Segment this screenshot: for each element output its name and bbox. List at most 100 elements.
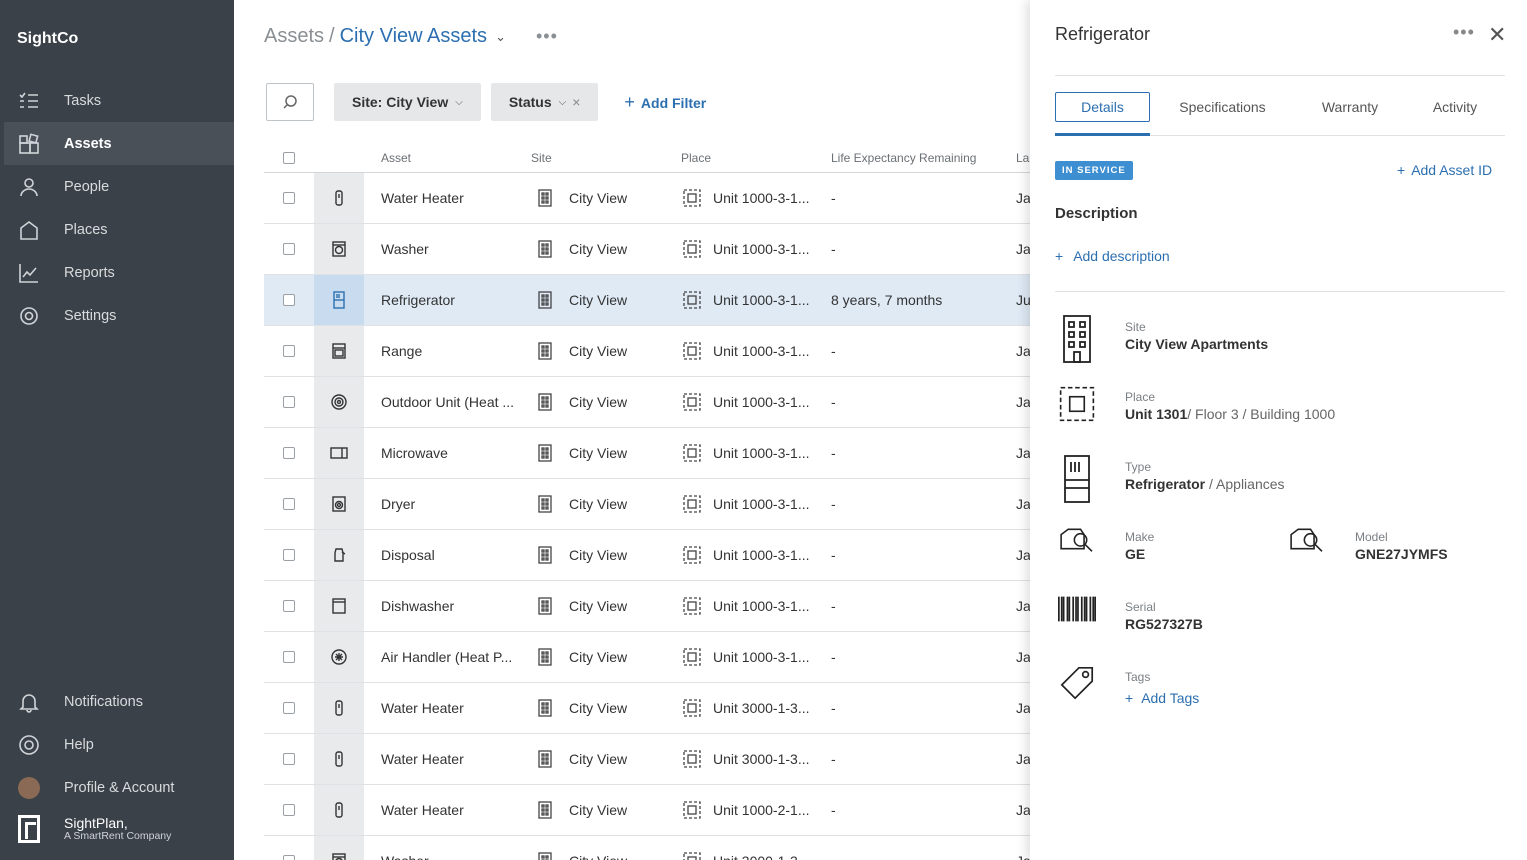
site-info: Site City View Apartments — [1055, 314, 1268, 364]
table-row[interactable]: Air Handler (Heat P... City View Unit 10… — [264, 632, 1030, 683]
site-name: City View — [569, 853, 627, 860]
brand-name[interactable]: SightCo — [17, 30, 78, 48]
header-place[interactable]: Place — [681, 151, 711, 165]
chevron-down-icon: ⌵ — [455, 96, 463, 108]
header-life-expectancy[interactable]: Life Expectancy Remaining — [831, 151, 976, 165]
row-checkbox[interactable] — [283, 804, 295, 816]
place-icon — [682, 749, 702, 769]
dryer-icon — [314, 479, 364, 529]
last-column-value: Ja — [1016, 649, 1030, 665]
asset-name[interactable]: Range — [381, 343, 523, 359]
table-row[interactable]: Dryer City View Unit 1000-3-1... - Ja — [264, 479, 1030, 530]
row-checkbox[interactable] — [283, 396, 295, 408]
site-filter-chip[interactable]: Site: City View ⌵ — [334, 83, 481, 121]
add-filter-button[interactable]: + Add Filter — [624, 92, 706, 113]
nav-item-profile[interactable]: Profile & Account — [4, 766, 234, 809]
table-row[interactable]: Water Heater City View Unit 3000-1-3... … — [264, 683, 1030, 734]
table-row[interactable]: Refrigerator City View Unit 1000-3-1... … — [264, 275, 1030, 326]
more-options-icon[interactable]: ••• — [1453, 22, 1475, 43]
place-unit[interactable]: Unit 1301 — [1125, 406, 1187, 422]
breadcrumb: Assets / City View Assets ⌄ ••• — [264, 25, 558, 48]
tab-specifications[interactable]: Specifications — [1165, 92, 1280, 122]
row-checkbox[interactable] — [283, 447, 295, 459]
asset-name[interactable]: Refrigerator — [381, 292, 523, 308]
header-site[interactable]: Site — [531, 151, 552, 165]
asset-name[interactable]: Microwave — [381, 445, 523, 461]
nav-item-people[interactable]: People — [4, 165, 234, 208]
select-all-checkbox[interactable] — [283, 152, 295, 164]
table-row[interactable]: Microwave City View Unit 1000-3-1... - J… — [264, 428, 1030, 479]
add-asset-id-button[interactable]: + Add Asset ID — [1397, 162, 1492, 178]
remove-filter-icon[interactable]: × — [572, 94, 580, 110]
row-checkbox[interactable] — [283, 345, 295, 357]
chevron-down-icon[interactable]: ⌄ — [495, 29, 506, 45]
barcode-icon — [1055, 594, 1099, 644]
header-asset[interactable]: Asset — [381, 151, 523, 165]
table-row[interactable]: Water Heater City View Unit 3000-1-3... … — [264, 734, 1030, 785]
site-name: City View — [569, 292, 628, 308]
add-tags-button[interactable]: + Add Tags — [1125, 690, 1199, 706]
table-row[interactable]: Water Heater City View Unit 1000-2-1... … — [264, 785, 1030, 836]
table-row[interactable]: Water Heater City View Unit 1000-3-1... … — [264, 173, 1030, 224]
site-value[interactable]: City View Apartments — [1125, 336, 1268, 352]
nav-item-places[interactable]: Places — [4, 208, 234, 251]
row-checkbox[interactable] — [283, 549, 295, 561]
table-row[interactable]: Dishwasher City View Unit 1000-3-1... - … — [264, 581, 1030, 632]
asset-name[interactable]: Water Heater — [381, 751, 523, 767]
nav-item-tasks[interactable]: Tasks — [4, 79, 234, 122]
row-checkbox[interactable] — [283, 498, 295, 510]
asset-name[interactable]: Outdoor Unit (Heat ... — [381, 394, 523, 410]
nav-item-help[interactable]: Help — [4, 723, 234, 766]
model-label: Model — [1355, 530, 1388, 544]
add-filter-label: Add Filter — [640, 94, 707, 111]
table-row[interactable]: Disposal City View Unit 1000-3-1... - Ja — [264, 530, 1030, 581]
last-column-value: Ja — [1016, 496, 1030, 512]
add-description-button[interactable]: + Add description — [1055, 248, 1170, 264]
close-icon[interactable]: ✕ — [1488, 22, 1506, 48]
table-row[interactable]: Washer City View Unit 1000-3-1... - Ja — [264, 224, 1030, 275]
nav-item-settings[interactable]: Settings — [4, 294, 234, 337]
asset-name[interactable]: Disposal — [381, 547, 523, 563]
place-label: Place — [1125, 390, 1156, 404]
row-checkbox[interactable] — [283, 294, 295, 306]
asset-name[interactable]: Dishwasher — [381, 598, 523, 614]
header-last[interactable]: La — [1016, 151, 1030, 165]
nav-item-reports[interactable]: Reports — [4, 251, 234, 294]
life-expectancy: - — [831, 802, 836, 818]
tab-warranty[interactable]: Warranty — [1310, 92, 1390, 122]
nav-item-assets[interactable]: Assets — [4, 122, 234, 165]
tab-activity[interactable]: Activity — [1420, 92, 1490, 122]
asset-name[interactable]: Water Heater — [381, 190, 523, 206]
row-checkbox[interactable] — [283, 651, 295, 663]
asset-name[interactable]: Washer — [381, 241, 523, 257]
last-column-value: Ja — [1016, 853, 1030, 860]
search-button[interactable] — [266, 83, 314, 121]
row-checkbox[interactable] — [283, 753, 295, 765]
more-options-icon[interactable]: ••• — [536, 26, 558, 47]
nav-label-settings: Settings — [64, 307, 117, 324]
asset-name[interactable]: Water Heater — [381, 802, 523, 818]
status-filter-chip[interactable]: Status ⌵ × — [490, 83, 599, 121]
asset-name[interactable]: Air Handler (Heat P... — [381, 649, 523, 665]
breadcrumb-current[interactable]: City View Assets — [340, 25, 487, 48]
row-checkbox[interactable] — [283, 243, 295, 255]
table-row[interactable]: Outdoor Unit (Heat ... City View Unit 10… — [264, 377, 1030, 428]
table-row[interactable]: Washer City View Unit 3000-1-3... - Ja — [264, 836, 1030, 860]
washer-icon — [314, 224, 364, 274]
row-checkbox[interactable] — [283, 192, 295, 204]
row-checkbox[interactable] — [283, 855, 295, 860]
asset-name[interactable]: Dryer — [381, 496, 523, 512]
life-expectancy: - — [831, 853, 836, 860]
asset-name[interactable]: Water Heater — [381, 700, 523, 716]
life-expectancy: - — [831, 700, 836, 716]
row-checkbox[interactable] — [283, 600, 295, 612]
tab-details[interactable]: Details — [1055, 92, 1150, 122]
nav-label-people: People — [64, 178, 110, 195]
panel-title: Refrigerator — [1055, 24, 1151, 44]
row-checkbox[interactable] — [283, 702, 295, 714]
status-badge: IN SERVICE — [1055, 161, 1133, 180]
breadcrumb-root[interactable]: Assets — [264, 25, 324, 48]
nav-item-notifications[interactable]: Notifications — [4, 680, 234, 723]
table-row[interactable]: Range City View Unit 1000-3-1... - Ja — [264, 326, 1030, 377]
asset-name[interactable]: Washer — [381, 853, 523, 860]
